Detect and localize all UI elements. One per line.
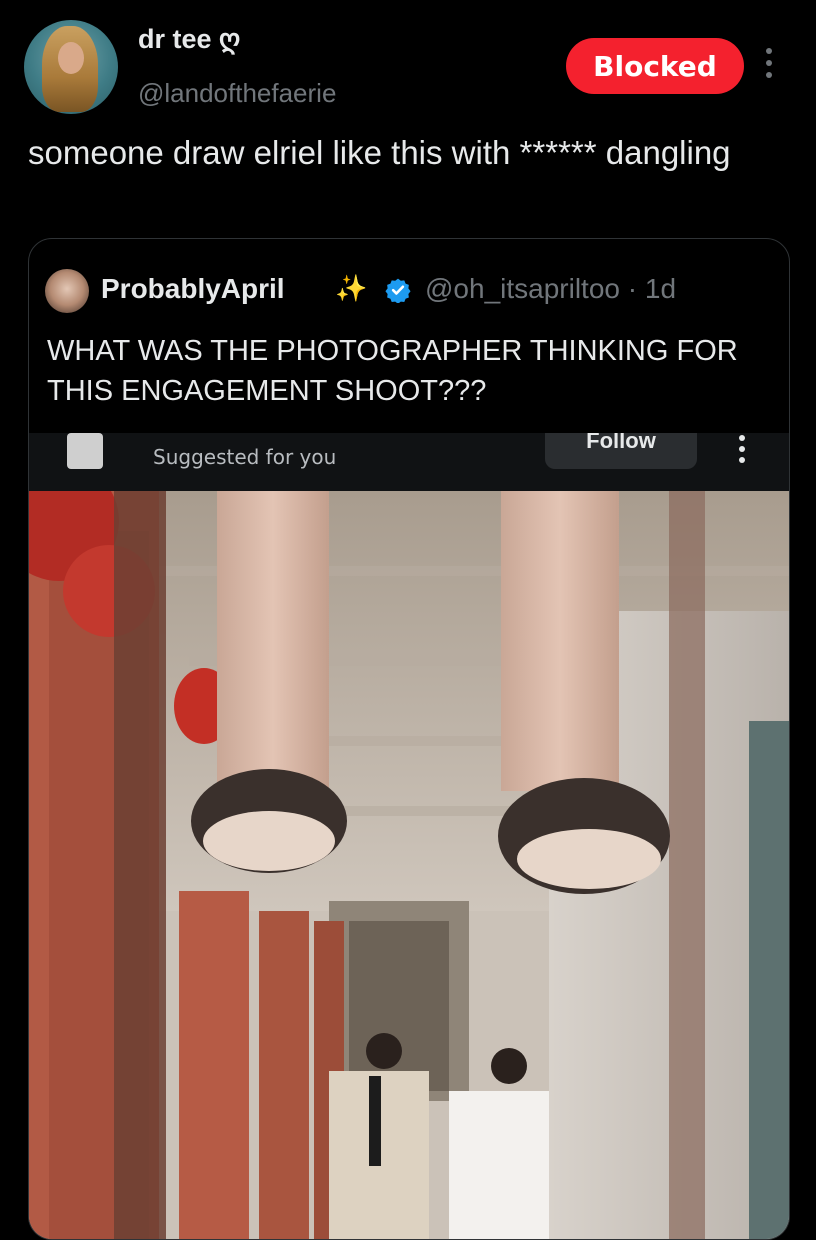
quoted-post[interactable]: ProbablyApril ✨ @oh_itsapriltoo · 1d WHA… — [28, 238, 790, 1240]
author-avatar[interactable] — [24, 20, 118, 114]
verified-badge-icon — [385, 278, 411, 303]
quoted-author-avatar[interactable] — [45, 269, 89, 313]
quoted-author-name[interactable]: ProbablyApril — [101, 273, 285, 305]
quoted-post-time: · 1d — [627, 273, 677, 304]
quoted-author-meta[interactable]: @oh_itsapriltoo · 1d — [425, 273, 676, 305]
embedded-suggestion-bar: Suggested for you Follow — [29, 433, 789, 491]
suggested-for-you-label: Suggested for you — [153, 445, 337, 469]
blocked-button[interactable]: Blocked — [566, 38, 744, 94]
quoted-author-handle[interactable]: @oh_itsapriltoo — [425, 273, 620, 304]
embedded-more-icon — [737, 435, 747, 468]
author-display-name[interactable]: dr tee ღ — [138, 24, 240, 55]
post-text: someone draw elriel like this with *****… — [28, 134, 731, 171]
engagement-photo[interactable] — [29, 491, 789, 1239]
sparkles-emoji: ✨ — [335, 273, 368, 303]
suggested-account-avatar — [67, 433, 103, 469]
follow-button: Follow — [545, 433, 697, 469]
avatar-face — [58, 42, 84, 74]
more-options-icon[interactable] — [758, 48, 780, 84]
quoted-post-text: WHAT WAS THE PHOTOGRAPHER THINKING FOR T… — [47, 335, 738, 407]
author-handle[interactable]: @landofthefaerie — [138, 78, 336, 109]
